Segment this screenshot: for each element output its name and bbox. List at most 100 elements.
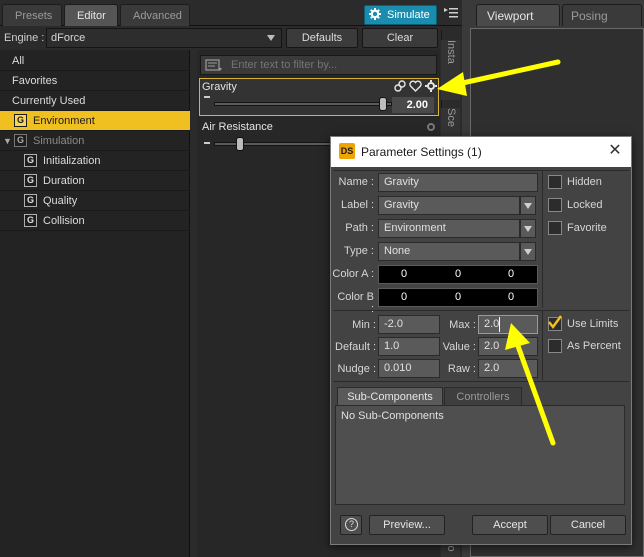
- tab-controllers[interactable]: Controllers: [444, 387, 522, 405]
- empty-message: No Sub-Components: [341, 410, 444, 422]
- air-resistance-slider-track[interactable]: [214, 142, 332, 146]
- tab-editor[interactable]: Editor: [64, 4, 118, 26]
- tab-viewport[interactable]: Viewport: [476, 4, 560, 26]
- chevron-down-icon[interactable]: [520, 219, 536, 238]
- group-icon: G: [24, 154, 37, 167]
- group-icon: G: [24, 194, 37, 207]
- chevron-down-icon[interactable]: [520, 196, 536, 215]
- hidden-checkbox[interactable]: [548, 175, 562, 189]
- engine-value: dForce: [51, 32, 86, 44]
- checkmark-icon: [548, 315, 563, 330]
- sidebar-item-label: Collision: [43, 215, 85, 227]
- type-select[interactable]: None: [378, 242, 520, 261]
- sidebar-item-simulation[interactable]: ▼ G Simulation: [0, 131, 190, 151]
- min-label: Min :: [352, 319, 376, 331]
- air-resistance-slider-knob[interactable]: [236, 137, 244, 151]
- text-caret: [499, 317, 500, 332]
- sidebar-item-label: All: [12, 55, 25, 67]
- filter-icon: [205, 59, 222, 71]
- sidebar-item-collision[interactable]: G Collision: [0, 211, 190, 231]
- air-resistance-label: Air Resistance: [202, 121, 273, 133]
- help-button[interactable]: ?: [340, 515, 362, 535]
- favorite-label: Favorite: [567, 222, 607, 234]
- color-b-b: 0: [508, 291, 515, 303]
- clear-button[interactable]: Clear: [362, 28, 438, 48]
- sidebar-item-environment[interactable]: G Environment: [0, 111, 190, 131]
- minus-icon[interactable]: [204, 142, 210, 144]
- tab-advanced[interactable]: Advanced: [120, 4, 190, 26]
- gravity-slider-knob[interactable]: [379, 97, 387, 111]
- filter-input[interactable]: [200, 55, 437, 75]
- tab-posing[interactable]: Posing: [562, 4, 642, 26]
- link-icon[interactable]: [394, 80, 406, 92]
- side-tab-scene[interactable]: Sce: [441, 108, 460, 138]
- engine-select[interactable]: dForce: [46, 28, 282, 48]
- path-field[interactable]: Environment: [378, 219, 520, 238]
- gravity-slider-track[interactable]: [214, 102, 392, 106]
- sidebar-item-initialization[interactable]: G Initialization: [0, 151, 190, 171]
- heart-icon[interactable]: [409, 80, 422, 92]
- dialog-title: Parameter Settings (1): [361, 145, 482, 159]
- tab-sub-components[interactable]: Sub-Components: [337, 387, 443, 405]
- sidebar-item-label: Environment: [33, 115, 95, 127]
- raw-field[interactable]: 2.0: [478, 359, 538, 378]
- sidebar-item-all[interactable]: All: [0, 51, 190, 71]
- sidebar-item-label: Duration: [43, 175, 85, 187]
- section-divider: [333, 170, 629, 171]
- chevron-down-icon[interactable]: [520, 242, 536, 261]
- label-field[interactable]: Gravity: [378, 196, 520, 215]
- preview-button[interactable]: Preview...: [369, 515, 445, 535]
- default-field[interactable]: 1.0: [378, 337, 440, 356]
- sub-components-panel: No Sub-Components: [335, 405, 625, 505]
- panel-menu-icon[interactable]: [443, 5, 459, 21]
- value-label: Value :: [442, 341, 476, 353]
- favorite-checkbox[interactable]: [548, 221, 562, 235]
- column-divider: [542, 310, 543, 380]
- sidebar-item-currently-used[interactable]: Currently Used: [0, 91, 190, 111]
- sidebar-item-label: Currently Used: [12, 95, 86, 107]
- type-label: Type :: [344, 245, 374, 257]
- color-a-g: 0: [455, 268, 462, 280]
- locked-checkbox[interactable]: [548, 198, 562, 212]
- ds-app-icon: DS: [339, 143, 355, 159]
- close-icon[interactable]: ✕: [606, 142, 624, 160]
- hidden-label: Hidden: [567, 176, 602, 188]
- cancel-button[interactable]: Cancel: [550, 515, 626, 535]
- gear-icon[interactable]: [425, 121, 437, 133]
- defaults-button[interactable]: Defaults: [286, 28, 358, 48]
- color-b-label: Color B :: [337, 291, 374, 315]
- collapse-triangle-icon[interactable]: ▼: [3, 131, 12, 151]
- nudge-field[interactable]: 0.010: [378, 359, 440, 378]
- group-icon: G: [24, 214, 37, 227]
- sidebar-item-duration[interactable]: G Duration: [0, 171, 190, 191]
- value-field[interactable]: 2.0: [478, 337, 538, 356]
- min-field[interactable]: -2.0: [378, 315, 440, 334]
- gear-icon[interactable]: [425, 80, 437, 92]
- sidebar-item-label: Favorites: [12, 75, 58, 87]
- color-b-field[interactable]: 0 0 0: [378, 288, 538, 307]
- name-field[interactable]: Gravity: [378, 173, 538, 192]
- section-divider: [333, 381, 629, 382]
- accept-button[interactable]: Accept: [472, 515, 548, 535]
- default-label: Default :: [335, 341, 376, 353]
- column-divider: [542, 170, 543, 308]
- tab-presets[interactable]: Presets: [2, 4, 62, 26]
- help-icon: ?: [345, 518, 358, 531]
- side-tab-install[interactable]: Insta: [441, 40, 460, 100]
- group-icon: G: [24, 174, 37, 187]
- color-a-field[interactable]: 0 0 0: [378, 265, 538, 284]
- color-a-b: 0: [508, 268, 515, 280]
- gravity-value[interactable]: 2.00: [392, 97, 434, 113]
- group-icon: G: [14, 134, 27, 147]
- color-b-r: 0: [401, 291, 408, 303]
- minus-icon[interactable]: [204, 96, 210, 98]
- sidebar-item-quality[interactable]: G Quality: [0, 191, 190, 211]
- nudge-label: Nudge :: [337, 363, 376, 375]
- as-percent-checkbox[interactable]: [548, 339, 562, 353]
- max-label: Max :: [449, 319, 476, 331]
- sidebar-item-label: Initialization: [43, 155, 101, 167]
- max-field[interactable]: 2.0: [478, 315, 538, 334]
- gear-icon: [369, 8, 381, 20]
- use-limits-label: Use Limits: [567, 318, 619, 330]
- sidebar-item-favorites[interactable]: Favorites: [0, 71, 190, 91]
